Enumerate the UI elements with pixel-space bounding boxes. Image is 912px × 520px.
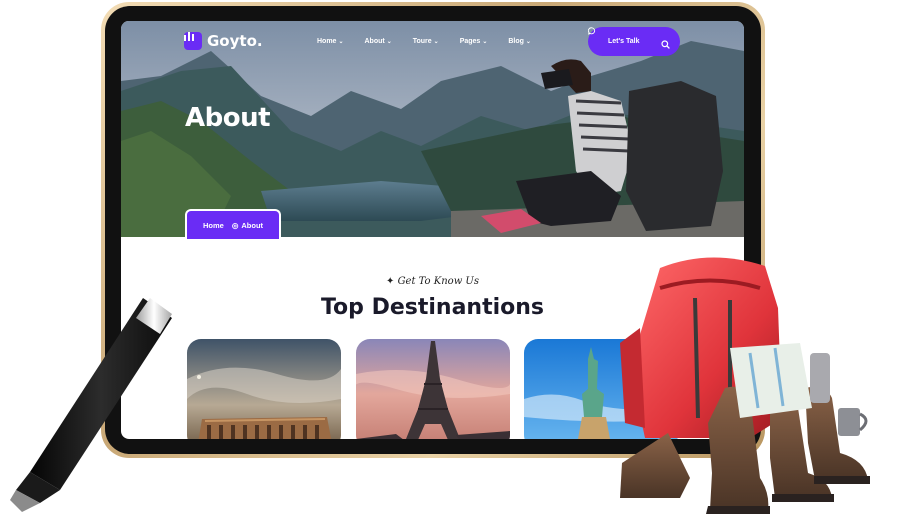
chevron-down-icon: ⌄: [338, 39, 344, 45]
chevron-down-icon: ⌄: [482, 39, 488, 45]
nav-about-label: About: [364, 38, 385, 45]
destination-card-eiffel-tower[interactable]: [356, 339, 510, 439]
chat-icon: [588, 27, 596, 35]
nav-blog[interactable]: Blog ⌄: [508, 38, 531, 45]
breadcrumb-current: About: [241, 220, 264, 230]
brand-name: Goyto.: [207, 32, 263, 50]
colosseum-image: [187, 339, 341, 439]
hero-banner: Goyto. Home ⌄ About ⌄ Toure ⌄ Pages ⌄ Blog ⌄ …: [121, 21, 744, 237]
nav-home-label: Home: [317, 38, 337, 45]
section-eyebrow-text: Get To Know Us: [397, 276, 479, 287]
chevron-down-icon: ⌄: [433, 39, 439, 45]
backpack-and-boots: [620, 257, 870, 514]
sparkle-icon: ✦: [385, 276, 395, 287]
nav-home[interactable]: Home ⌄: [317, 38, 343, 45]
chevron-down-icon: ⌄: [386, 39, 392, 45]
chevron-down-icon: ⌄: [525, 39, 531, 45]
eiffel-tower-image: [356, 339, 510, 439]
top-navigation: Goyto. Home ⌄ About ⌄ Toure ⌄ Pages ⌄ Blog ⌄ …: [121, 21, 744, 61]
destination-card-colosseum[interactable]: [187, 339, 341, 439]
breadcrumb-home[interactable]: Home: [203, 221, 224, 230]
nav-toure[interactable]: Toure ⌄: [413, 38, 439, 45]
breadcrumb-separator-icon: ◎: [231, 220, 239, 230]
nav-pages-label: Pages: [459, 38, 481, 45]
stylus-pen: [10, 298, 172, 512]
main-menu: Home ⌄ About ⌄ Toure ⌄ Pages ⌄ Blog ⌄: [317, 38, 552, 45]
nav-toure-label: Toure: [412, 38, 432, 45]
lets-talk-label: Let's Talk: [608, 38, 640, 45]
nav-about[interactable]: About ⌄: [364, 38, 391, 45]
nav-pages[interactable]: Pages ⌄: [460, 38, 488, 45]
nav-blog-label: Blog: [508, 38, 524, 45]
